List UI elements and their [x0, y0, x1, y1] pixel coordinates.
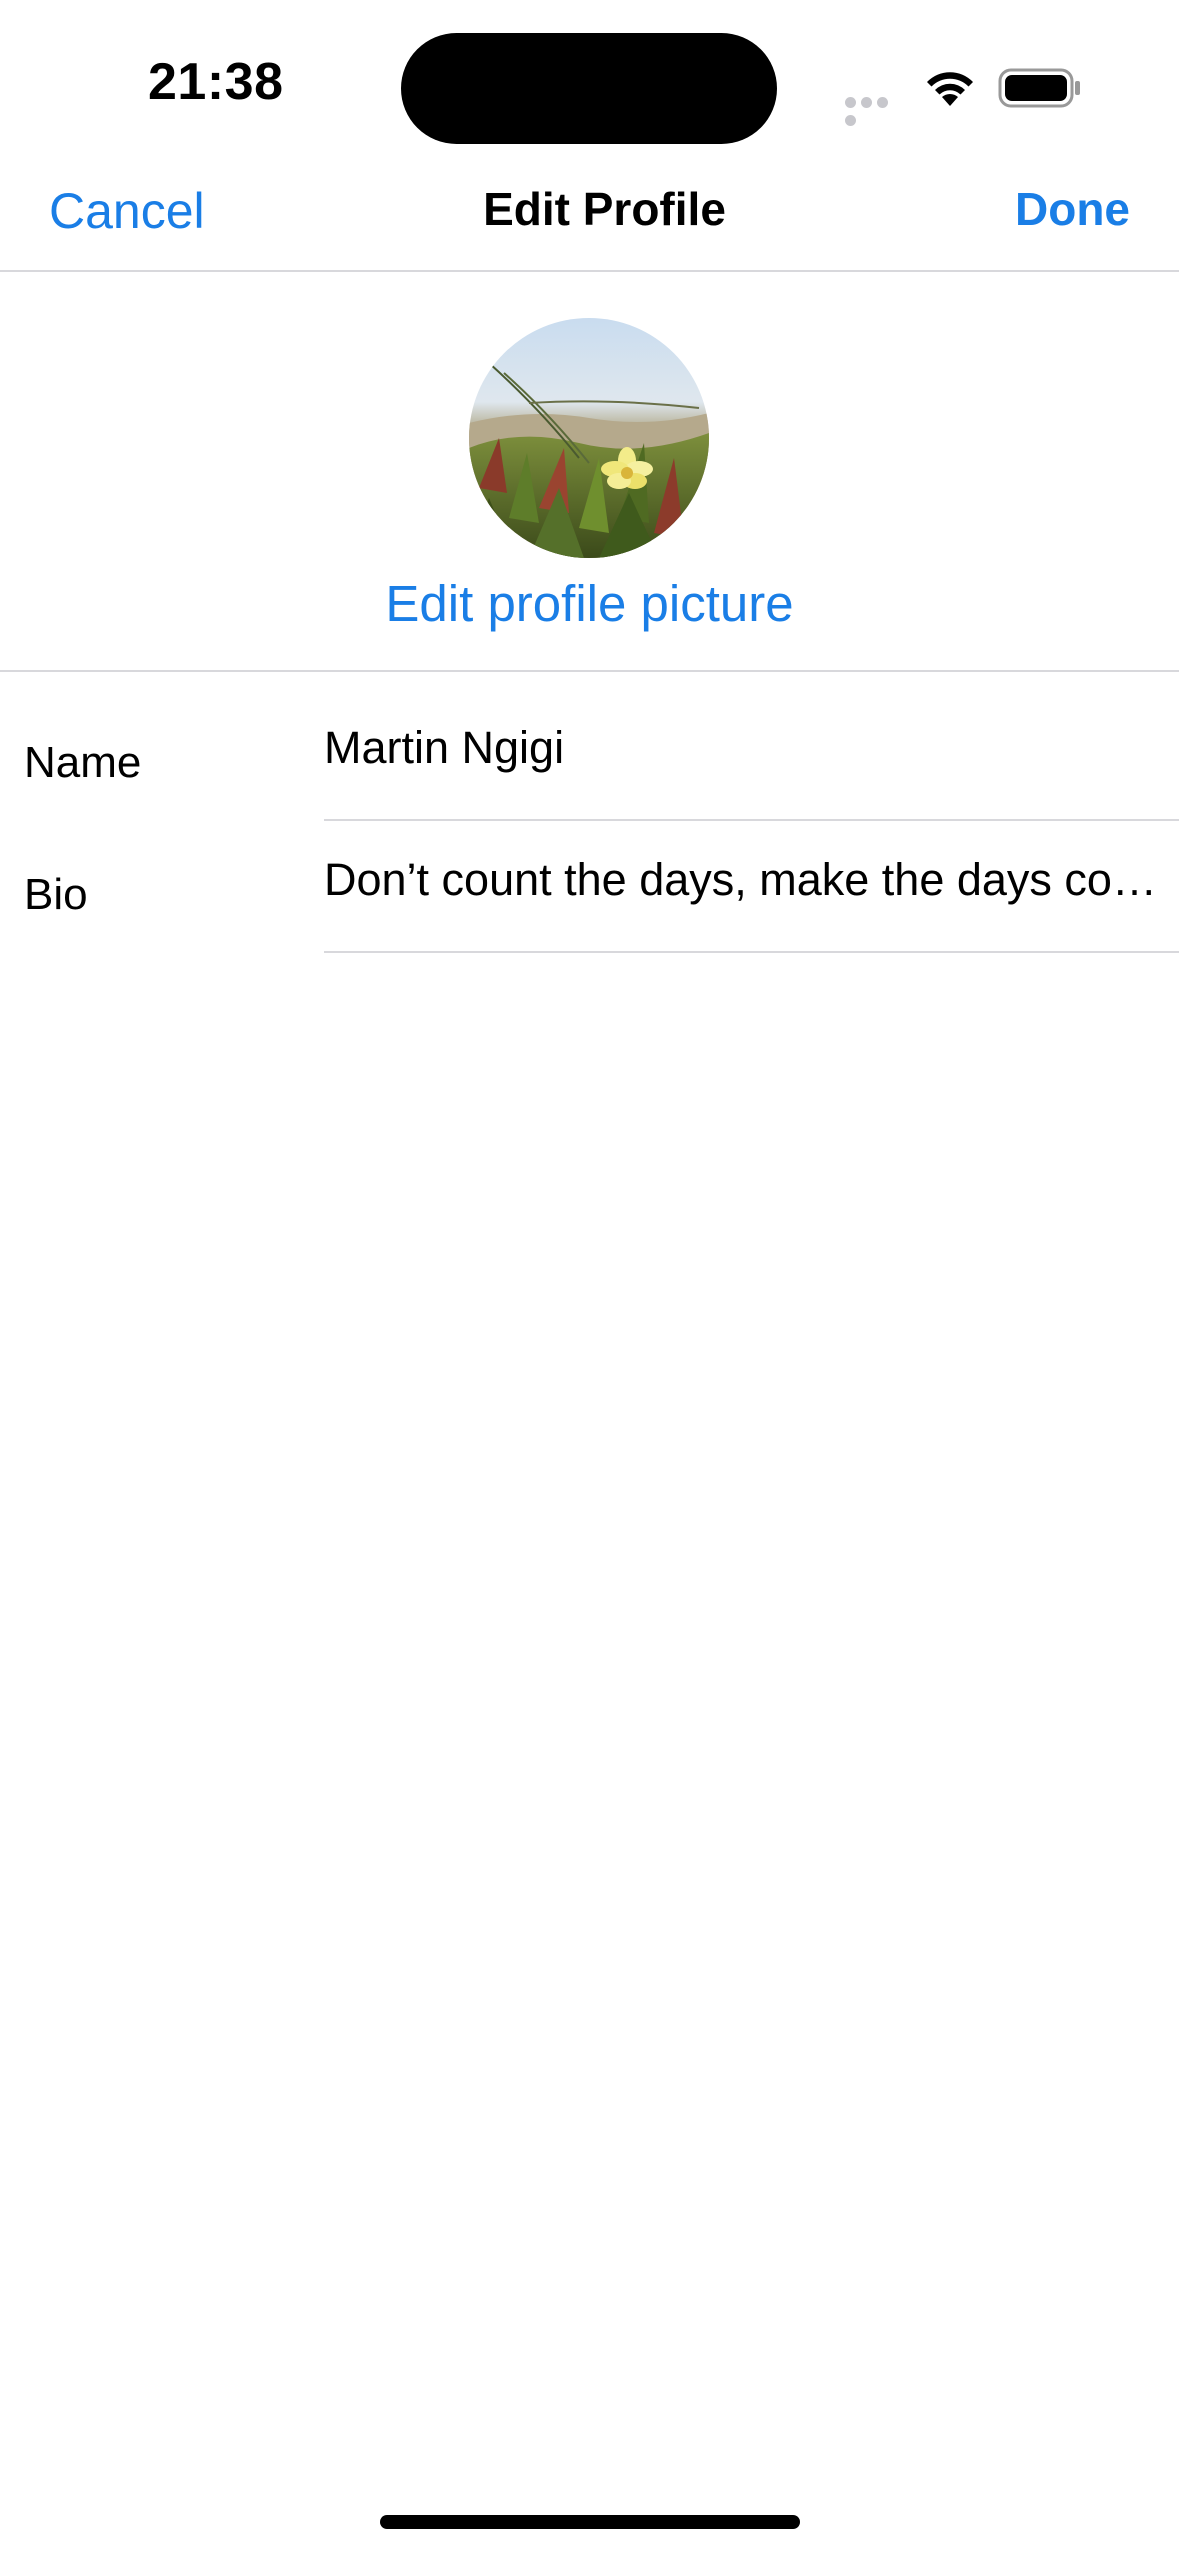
wifi-icon: [927, 72, 973, 106]
status-bar: 21:38: [0, 0, 1179, 160]
bio-field-container: [324, 820, 1179, 953]
profile-picture-section: Edit profile picture: [0, 272, 1179, 672]
cellular-signal-icon: [845, 95, 905, 126]
navigation-bar: Cancel Edit Profile Done: [0, 160, 1179, 272]
name-row: Name: [0, 688, 1179, 821]
name-input[interactable]: [324, 722, 1179, 774]
avatar[interactable]: [469, 318, 709, 558]
page-title: Edit Profile: [483, 183, 726, 235]
done-button[interactable]: Done: [1015, 182, 1130, 236]
bio-input[interactable]: [324, 854, 1179, 906]
profile-photo-icon: [469, 318, 709, 558]
name-label: Name: [24, 738, 142, 787]
edit-profile-picture-button[interactable]: Edit profile picture: [0, 574, 1179, 633]
dynamic-island: [401, 33, 777, 144]
home-indicator[interactable]: [380, 2515, 800, 2529]
bio-row: Bio: [0, 820, 1179, 953]
status-time: 21:38: [148, 53, 284, 111]
name-field-container: [324, 688, 1179, 821]
bio-label: Bio: [24, 870, 88, 919]
battery-icon: [998, 68, 1080, 108]
